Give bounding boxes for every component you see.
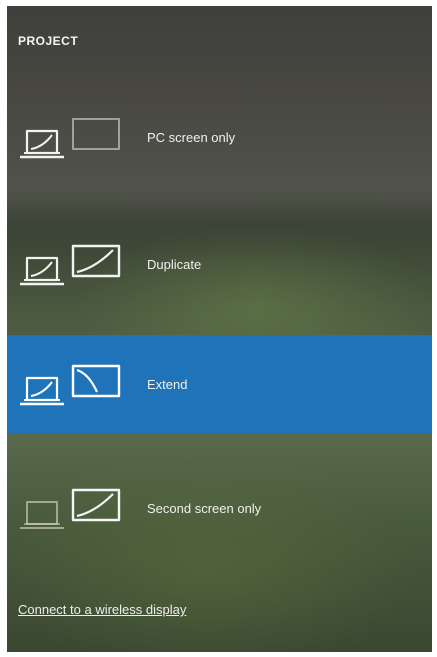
option-label: Second screen only	[147, 500, 262, 516]
option-second-screen-only[interactable]: Second screen only	[7, 459, 432, 557]
option-extend[interactable]: Extend	[7, 335, 432, 433]
extend-icon	[20, 364, 121, 406]
option-label: PC screen only	[147, 129, 236, 145]
project-panel: PROJECT PC screen only Duplicate Extend …	[7, 6, 432, 652]
option-duplicate[interactable]: Duplicate	[7, 215, 432, 313]
panel-title: PROJECT	[18, 34, 79, 48]
option-label: Duplicate	[147, 256, 202, 272]
duplicate-icon	[20, 244, 121, 286]
pc-screen-only-icon	[20, 118, 120, 159]
option-pc-screen-only[interactable]: PC screen only	[7, 88, 432, 186]
option-label: Extend	[147, 376, 188, 392]
second-screen-only-icon	[20, 488, 121, 529]
connect-wireless-display-link[interactable]: Connect to a wireless display	[18, 602, 186, 617]
